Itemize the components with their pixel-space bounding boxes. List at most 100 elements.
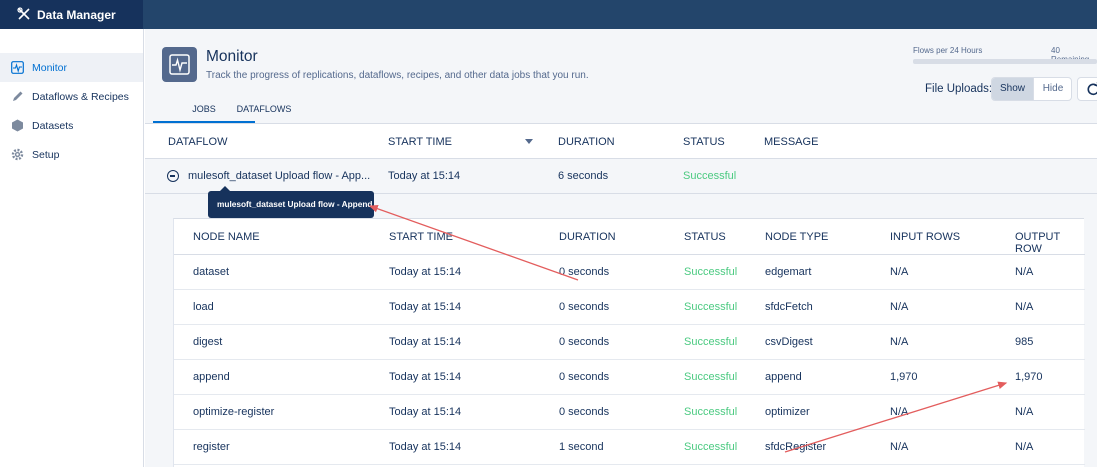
node-start-time: Today at 15:14 — [389, 301, 462, 313]
sidebar-item-setup[interactable]: Setup — [0, 140, 143, 169]
tab-dataflows[interactable]: DATAFLOWS — [231, 104, 297, 123]
node-status: Successful — [684, 301, 738, 313]
column-header-output-rows: OUTPUT ROW — [1015, 231, 1061, 255]
pencil-icon — [13, 91, 23, 101]
column-header-duration[interactable]: DURATION — [558, 136, 615, 148]
node-type: sfdcRegister — [765, 441, 827, 453]
node-input-rows: N/A — [890, 406, 909, 418]
table-row[interactable]: mulesoft_dataset Upload flow - App... To… — [145, 159, 1097, 194]
page-subtitle: Track the progress of replications, data… — [206, 70, 589, 81]
show-button[interactable]: Show — [992, 78, 1033, 100]
jobs-table: DATAFLOW START TIME DURATION STATUS MESS… — [145, 123, 1097, 467]
node-type: sfdcFetch — [765, 301, 813, 313]
refresh-icon — [1087, 82, 1097, 96]
node-type: csvDigest — [765, 336, 813, 348]
wrench-screwdriver-icon — [17, 7, 30, 20]
table-row: register Today at 15:14 1 second Success… — [174, 430, 1085, 465]
column-header-duration: DURATION — [559, 231, 616, 243]
sidebar-item-monitor[interactable]: Monitor — [0, 53, 143, 82]
flows-progress-bar — [913, 59, 1097, 64]
page-icon — [162, 47, 197, 82]
sidebar-item-datasets[interactable]: Datasets — [0, 111, 143, 140]
node-name: dataset — [193, 266, 230, 278]
table-row: optimize-register Today at 15:14 0 secon… — [174, 395, 1085, 430]
node-duration: 0 seconds — [559, 301, 610, 313]
node-start-time: Today at 15:14 — [389, 441, 462, 453]
node-start-time: Today at 15:14 — [389, 336, 462, 348]
node-details-table: NODE NAME START TIME DURATION STATUS NOD… — [173, 218, 1085, 467]
node-status: Successful — [684, 336, 738, 348]
sidebar-item-label: Setup — [32, 149, 60, 161]
start-time: Today at 15:14 — [388, 170, 461, 182]
node-type: edgemart — [765, 266, 812, 278]
file-uploads-toggle: Show Hide — [991, 77, 1072, 101]
node-name: register — [193, 441, 230, 453]
dataflow-name-tooltip: mulesoft_dataset Upload flow - Append — [208, 186, 374, 218]
node-type: append — [765, 371, 802, 383]
tab-bar: JOBS DATAFLOWS — [145, 99, 1097, 123]
node-status: Successful — [684, 441, 738, 453]
node-details-area: NODE NAME START TIME DURATION STATUS NOD… — [145, 194, 1097, 467]
node-status: Successful — [684, 371, 738, 383]
node-duration: 0 seconds — [559, 371, 610, 383]
node-output-rows: 1,970 — [1015, 371, 1043, 383]
sidebar-item-label: Dataflows & Recipes — [32, 91, 129, 103]
node-table-header: NODE NAME START TIME DURATION STATUS NOD… — [174, 219, 1085, 255]
hide-button[interactable]: Hide — [1033, 78, 1071, 100]
table-row: append Today at 15:14 0 seconds Successf… — [174, 360, 1085, 395]
gear-icon — [11, 148, 24, 161]
column-header-input-rows: INPUT ROWS — [890, 231, 961, 243]
app-brand[interactable]: Data Manager — [0, 0, 143, 29]
column-header-start-time[interactable]: START TIME — [388, 136, 452, 148]
node-name: append — [193, 371, 230, 383]
app-title: Data Manager — [37, 8, 116, 22]
column-header-status[interactable]: STATUS — [683, 136, 725, 148]
node-output-rows: N/A — [1015, 266, 1034, 278]
status-text: Successful — [683, 170, 737, 182]
header-bar — [143, 0, 1097, 29]
node-duration: 0 seconds — [559, 266, 610, 278]
column-header-start-time: START TIME — [389, 231, 453, 243]
pulse-icon — [169, 54, 190, 75]
column-header-status: STATUS — [684, 231, 726, 243]
monitor-pulse-icon — [11, 61, 24, 74]
column-header-message[interactable]: MESSAGE — [764, 136, 818, 148]
table-row: digest Today at 15:14 0 seconds Successf… — [174, 325, 1085, 360]
node-start-time: Today at 15:14 — [389, 371, 462, 383]
column-header-node-name: NODE NAME — [193, 231, 260, 243]
node-output-rows: N/A — [1015, 406, 1034, 418]
node-output-rows: N/A — [1015, 441, 1034, 453]
page-title: Monitor — [206, 48, 258, 65]
node-input-rows: N/A — [890, 336, 909, 348]
node-input-rows: N/A — [890, 441, 909, 453]
node-duration: 0 seconds — [559, 406, 610, 418]
node-duration: 0 seconds — [559, 336, 610, 348]
table-header: DATAFLOW START TIME DURATION STATUS MESS… — [145, 123, 1097, 159]
node-start-time: Today at 15:14 — [389, 266, 462, 278]
node-input-rows: N/A — [890, 301, 909, 313]
flows-limit-label: Flows per 24 Hours — [913, 46, 983, 55]
node-status: Successful — [684, 266, 738, 278]
column-header-node-type: NODE TYPE — [765, 231, 829, 243]
sort-descending-icon[interactable] — [525, 139, 533, 144]
sidebar: Monitor Dataflows & Recipes Datasets Set… — [0, 29, 144, 467]
table-row: dataset Today at 15:14 0 seconds Success… — [174, 255, 1085, 290]
node-output-rows: 985 — [1015, 336, 1034, 348]
sidebar-item-label: Monitor — [32, 62, 68, 74]
page-header: Monitor Track the progress of replicatio… — [145, 29, 1097, 123]
node-output-rows: N/A — [1015, 301, 1034, 313]
node-status: Successful — [684, 406, 738, 418]
main-content: Monitor Track the progress of replicatio… — [145, 29, 1097, 467]
dataflow-name[interactable]: mulesoft_dataset Upload flow - App... — [188, 170, 370, 182]
node-name: optimize-register — [193, 406, 275, 418]
sidebar-item-dataflows-recipes[interactable]: Dataflows & Recipes — [0, 82, 143, 111]
collapse-icon[interactable] — [167, 170, 179, 182]
node-start-time: Today at 15:14 — [389, 406, 462, 418]
refresh-button[interactable] — [1077, 77, 1097, 101]
column-header-dataflow[interactable]: DATAFLOW — [168, 136, 227, 148]
node-type: optimizer — [765, 406, 810, 418]
table-row: load Today at 15:14 0 seconds Successful… — [174, 290, 1085, 325]
file-uploads-label: File Uploads: — [925, 83, 993, 95]
hexagon-icon — [12, 119, 23, 132]
sidebar-item-label: Datasets — [32, 120, 74, 132]
